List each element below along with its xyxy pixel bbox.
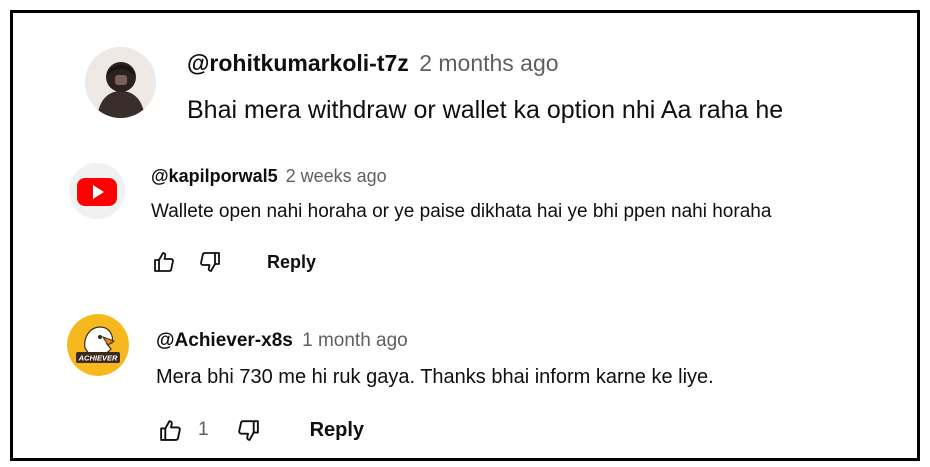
like-count: 1 [198, 419, 209, 440]
comments-panel: @rohitkumarkoli-t7z 2 months ago Bhai me… [10, 10, 920, 461]
comment-actions: Reply [151, 245, 316, 279]
thumbs-down-icon [237, 419, 259, 441]
thumbs-up-icon [154, 252, 174, 272]
youtube-logo-icon [69, 163, 125, 219]
comment-item: @rohitkumarkoli-t7z 2 months ago Bhai me… [13, 13, 917, 153]
comment-header: @Achiever-x8s 1 month ago [156, 330, 408, 352]
avatar[interactable] [85, 47, 156, 118]
comment-timestamp[interactable]: 2 weeks ago [286, 166, 387, 186]
avatar[interactable]: ACHIEVER [67, 314, 129, 376]
comment-actions: 1 Reply [157, 412, 364, 448]
like-button[interactable] [157, 417, 184, 444]
comment-text: Mera bhi 730 me hi ruk gaya. Thanks bhai… [156, 366, 714, 388]
author-name[interactable]: @kapilporwal5 [151, 166, 278, 186]
comment-text: Wallete open nahi horaha or ye paise dik… [151, 201, 772, 222]
thumbs-down-icon [200, 252, 220, 272]
comment-item: ACHIEVER @Achiever-x8s 1 month ago Mera … [13, 301, 917, 458]
author-name[interactable]: @Achiever-x8s [156, 330, 293, 351]
like-button[interactable] [151, 249, 177, 275]
comment-header: @kapilporwal5 2 weeks ago [151, 166, 387, 187]
eagle-achiever-avatar-icon: ACHIEVER [67, 314, 129, 376]
comment-text: Bhai mera withdraw or wallet ka option n… [187, 96, 784, 124]
reply-button[interactable]: Reply [310, 419, 364, 442]
comment-header: @rohitkumarkoli-t7z 2 months ago [187, 50, 559, 77]
comment-timestamp[interactable]: 2 months ago [419, 50, 558, 76]
thumbs-up-icon [160, 419, 181, 441]
reply-button[interactable]: Reply [267, 252, 316, 273]
avatar[interactable] [69, 163, 125, 219]
dislike-button[interactable] [235, 417, 262, 444]
user-photo-avatar-icon [85, 47, 156, 118]
comment-item: @kapilporwal5 2 weeks ago Wallete open n… [13, 153, 917, 301]
dislike-button[interactable] [197, 249, 223, 275]
author-name[interactable]: @rohitkumarkoli-t7z [187, 50, 409, 76]
comment-timestamp[interactable]: 1 month ago [302, 330, 408, 351]
avatar-text: ACHIEVER [78, 354, 118, 363]
